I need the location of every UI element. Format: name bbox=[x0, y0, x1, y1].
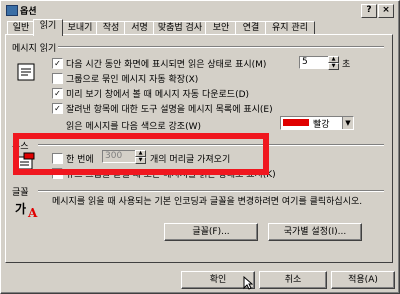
tooltip-checkbox[interactable] bbox=[52, 103, 63, 114]
tab-send[interactable]: 보내기 bbox=[62, 21, 98, 35]
mouse-cursor-icon bbox=[243, 275, 254, 290]
mark-read-label: 다음 시간 동안 화면에 표시되면 읽은 상태로 표시(M) bbox=[66, 60, 267, 70]
section-divider bbox=[58, 46, 384, 48]
title-bar: 옵션 ? × bbox=[3, 3, 397, 18]
dropdown-arrow-icon[interactable]: ▼ bbox=[342, 117, 353, 129]
auto-expand-label: 그룹으로 묶인 메시지 자동 확장(X) bbox=[66, 75, 199, 85]
fonts-button[interactable]: 글꼴(F)... bbox=[164, 223, 258, 241]
tab-strip: 일반 읽기 보내기 작성 서명 맞춤법 검사 보안 연결 유지 관리 bbox=[5, 19, 397, 36]
window-title: 옵션 bbox=[20, 7, 37, 17]
tab-signature[interactable]: 서명 bbox=[124, 21, 155, 35]
seconds-unit: 초 bbox=[342, 60, 351, 70]
fonts-description: 메시지를 읽을 때 사용되는 기본 인코딩과 글꼴을 변경하려면 여기를 클릭하… bbox=[52, 197, 363, 207]
tooltip-label: 잘려낸 항목에 대한 도구 설명을 메시지 목록에 표시(E) bbox=[66, 105, 273, 115]
color-swatch bbox=[283, 119, 309, 126]
svg-text:가: 가 bbox=[15, 201, 26, 216]
mark-read-checkbox[interactable] bbox=[52, 58, 63, 69]
tab-spelling[interactable]: 맞춤법 검사 bbox=[153, 21, 207, 35]
auto-download-checkbox[interactable] bbox=[52, 88, 63, 99]
envelope-icon bbox=[16, 61, 38, 83]
reading-section-label: 메시지 읽기 bbox=[12, 44, 57, 54]
international-settings-button[interactable]: 국가별 설정(I)... bbox=[268, 223, 362, 241]
font-icon: 가A bbox=[14, 198, 42, 220]
auto-download-label: 미리 보기 창에서 볼 때 메시지 자동 다운로드(D) bbox=[66, 90, 250, 100]
seconds-spinner[interactable]: ▲ ▼ bbox=[328, 56, 339, 70]
apply-button[interactable]: 적용(A) bbox=[331, 271, 395, 289]
highlight-color-name: 빨강 bbox=[313, 120, 330, 130]
close-button[interactable]: × bbox=[378, 4, 394, 18]
options-dialog: 옵션 ? × 일반 읽기 보내기 작성 서명 맞춤법 검사 보안 연결 유지 관… bbox=[0, 0, 400, 294]
tab-read[interactable]: 읽기 bbox=[33, 19, 63, 36]
annotation-highlight-box bbox=[13, 133, 269, 175]
tab-maintenance[interactable]: 유지 관리 bbox=[265, 21, 315, 35]
app-icon bbox=[6, 5, 18, 16]
tab-connection[interactable]: 연결 bbox=[235, 21, 267, 35]
tab-security[interactable]: 보안 bbox=[205, 21, 237, 35]
highlight-color-select[interactable]: 빨강 ▼ bbox=[280, 116, 354, 130]
section-divider bbox=[38, 190, 384, 192]
highlight-label: 읽은 메시지를 다음 색으로 강조(W) bbox=[66, 122, 202, 132]
help-button[interactable]: ? bbox=[361, 4, 377, 18]
tab-compose[interactable]: 작성 bbox=[96, 21, 126, 35]
fonts-section-label: 글꼴 bbox=[12, 188, 29, 198]
mark-read-seconds-input[interactable]: 5 bbox=[299, 56, 329, 69]
cancel-button[interactable]: 취소 bbox=[259, 271, 327, 289]
svg-text:A: A bbox=[27, 206, 38, 220]
tab-general[interactable]: 일반 bbox=[7, 21, 35, 35]
auto-expand-checkbox[interactable] bbox=[52, 73, 63, 84]
